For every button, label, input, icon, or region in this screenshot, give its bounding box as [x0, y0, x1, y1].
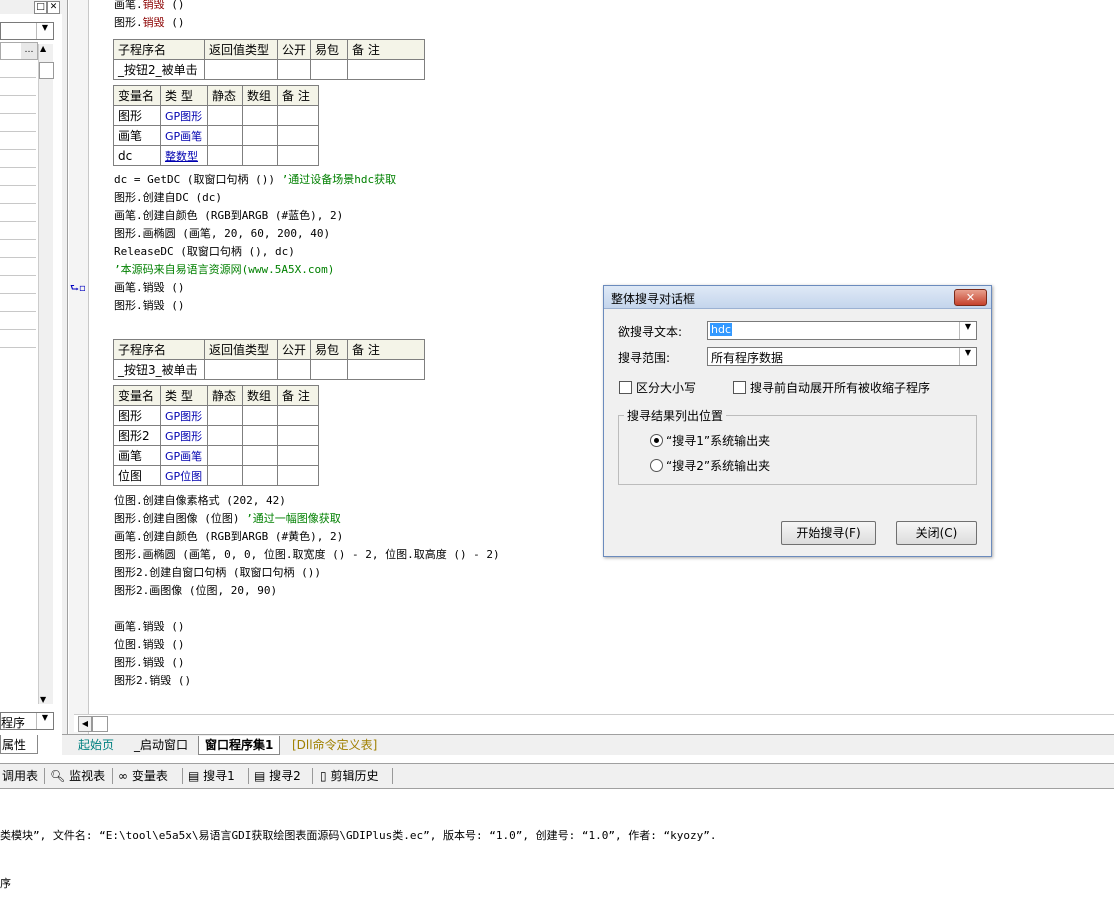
- expand-label: 搜寻前自动展开所有被收缩子程序: [750, 381, 931, 395]
- tab-call-table[interactable]: 调用表: [2, 767, 38, 785]
- object-combo[interactable]: ▼: [0, 22, 54, 40]
- search-text-label: 欲搜寻文本:: [618, 325, 683, 339]
- group-label: 搜寻结果列出位置: [624, 407, 727, 424]
- code-line[interactable]: 画笔.销毁 (): [114, 279, 185, 297]
- scope-select[interactable]: 所有程序数据 ▼: [707, 347, 977, 366]
- table-row: 图形 GP图形: [113, 105, 319, 126]
- code-line[interactable]: ReleaseDC (取窗口句柄 (), dc): [114, 243, 295, 261]
- radio-search2[interactable]: [650, 459, 663, 472]
- dialog-title: 整体搜寻对话框: [611, 292, 696, 306]
- scroll-left-icon[interactable]: ◀: [78, 716, 92, 732]
- sub-name[interactable]: _按钮3_被单击: [113, 359, 205, 380]
- code-line[interactable]: 图形2.销毁 (): [114, 672, 191, 690]
- chevron-down-icon[interactable]: ▼: [36, 713, 53, 729]
- sub-name[interactable]: _按钮2_被单击: [113, 59, 205, 80]
- code-comment[interactable]: ’本源码来自易语言资源网(www.5A5X.com): [114, 261, 334, 279]
- glasses-icon: ∞: [118, 769, 128, 783]
- radio-search2-label: “搜寻2”系统输出夹: [666, 459, 771, 473]
- line-gutter: ⮑▫: [69, 0, 89, 735]
- code-line[interactable]: 画笔.销毁 (): [114, 0, 185, 14]
- scroll-down-icon[interactable]: ▼: [40, 695, 46, 704]
- scroll-up-icon[interactable]: ▲: [40, 44, 46, 53]
- code-line[interactable]: 位图.销毁 (): [114, 636, 185, 654]
- expand-checkbox[interactable]: [733, 381, 746, 394]
- table-row: 画笔 GP画笔: [113, 125, 319, 146]
- output-line: 序: [0, 877, 11, 890]
- panel-titlebar: □ ✕: [0, 0, 62, 14]
- code-line[interactable]: 画笔.创建自颜色 (RGB到ARGB (#黄色), 2): [114, 528, 343, 546]
- sub2-var-table[interactable]: 变量名 类 型 静态 数组 备 注 图形 GP图形 画笔 GP画笔 dc 整数型: [113, 85, 319, 166]
- search-text-combo[interactable]: hdc ▼: [707, 321, 977, 340]
- tab-window-assembly[interactable]: 窗口程序集1: [198, 736, 281, 755]
- tab-watch-table[interactable]: 🔍︎ 监视表: [50, 767, 105, 785]
- close-icon[interactable]: ✕: [954, 289, 987, 306]
- breakpoint-arrow-icon: ⮑▫: [70, 283, 86, 294]
- radio-search1[interactable]: [650, 434, 663, 447]
- tab-start-page[interactable]: 起始页: [72, 736, 120, 754]
- code-line[interactable]: 图形.画椭圆 (画笔, 20, 60, 200, 40): [114, 225, 330, 243]
- output-toolbar: 调用表 🔍︎ 监视表 ∞ 变量表 ▤ 搜寻1 ▤ 搜寻2 ▯ 剪辑历史: [0, 763, 1114, 789]
- tab-properties[interactable]: 属性: [0, 735, 38, 754]
- program-combo[interactable]: 程序 ▼: [0, 712, 54, 730]
- code-line[interactable]: 图形.销毁 (): [114, 297, 185, 315]
- tab-search2[interactable]: ▤ 搜寻2: [254, 767, 301, 785]
- table-row: 图形 GP图形: [113, 405, 319, 426]
- horizontal-scrollbar[interactable]: ◀: [74, 714, 1114, 732]
- start-search-button[interactable]: 开始搜寻(F): [781, 521, 876, 545]
- table-row: 图形2 GP图形: [113, 425, 319, 446]
- scroll-thumb[interactable]: [92, 716, 108, 732]
- dialog-titlebar[interactable]: 整体搜寻对话框 ✕: [604, 286, 991, 309]
- code-line[interactable]: 图形2.创建自窗口句柄 (取窗口句柄 ()): [114, 564, 321, 582]
- tab-startup-window[interactable]: _启动窗口: [128, 736, 194, 754]
- code-line[interactable]: 图形.销毁 (): [114, 654, 185, 672]
- property-header: …: [0, 42, 38, 60]
- table-row: 位图 GP位图: [113, 465, 319, 486]
- result-location-group: [618, 415, 977, 485]
- tab-search1[interactable]: ▤ 搜寻1: [188, 767, 235, 785]
- tab-dll-table[interactable]: [Dll命令定义表]: [286, 736, 383, 754]
- tab-clip-history[interactable]: ▯ 剪辑历史: [320, 767, 378, 785]
- more-button[interactable]: …: [21, 43, 37, 59]
- close-button[interactable]: 关闭(C): [896, 521, 977, 545]
- code-line[interactable]: 图形.画椭圆 (画笔, 0, 0, 位图.取宽度 () - 2, 位图.取高度 …: [114, 546, 500, 564]
- case-sensitive-checkbox[interactable]: [619, 381, 632, 394]
- search-list-icon: ▤: [254, 769, 266, 783]
- case-sensitive-label: 区分大小写: [636, 381, 697, 395]
- code-line[interactable]: 图形.创建自DC (dc): [114, 189, 222, 207]
- maximize-icon[interactable]: □: [34, 1, 47, 14]
- sub3-header-table[interactable]: 子程序名 返回值类型 公开 易包 备 注 _按钮3_被单击: [113, 339, 426, 380]
- editor-tabs: 起始页 _启动窗口 窗口程序集1 [Dll命令定义表]: [62, 734, 1114, 755]
- output-panel[interactable]: 类模块”, 文件名: “E:\tool\e5a5x\易语言GDI获取绘图表面源码…: [0, 800, 1114, 920]
- search-input[interactable]: hdc: [710, 323, 733, 336]
- code-line[interactable]: 图形.销毁 (): [114, 14, 185, 32]
- scroll-thumb[interactable]: [39, 62, 54, 79]
- code-line[interactable]: 画笔.创建自颜色 (RGB到ARGB (#蓝色), 2): [114, 207, 343, 225]
- code-line[interactable]: 位图.创建自像素格式 (202, 42): [114, 492, 286, 510]
- chevron-down-icon[interactable]: ▼: [959, 322, 976, 339]
- chevron-down-icon[interactable]: ▼: [36, 23, 53, 39]
- table-row: dc 整数型: [113, 145, 319, 166]
- tab-variable-table[interactable]: ∞ 变量表: [118, 767, 168, 785]
- code-line[interactable]: 图形2.画图像 (位图, 20, 90): [114, 582, 277, 600]
- property-grid[interactable]: [0, 60, 36, 350]
- radio-search1-label: “搜寻1”系统输出夹: [666, 434, 771, 448]
- code-line[interactable]: dc = GetDC (取窗口句柄 ()) ’通过设备场景hdc获取: [114, 171, 396, 189]
- magnifier-icon: 🔍︎: [50, 769, 66, 783]
- search-list-icon: ▤: [188, 769, 200, 783]
- table-row: 画笔 GP画笔: [113, 445, 319, 466]
- scope-label: 搜寻范围:: [618, 351, 671, 365]
- sub2-header-table[interactable]: 子程序名 返回值类型 公开 易包 备 注 _按钮2_被单击: [113, 39, 426, 80]
- chevron-down-icon[interactable]: ▼: [959, 348, 976, 365]
- code-line[interactable]: 图形.创建自图像 (位图) ’通过一幅图像获取: [114, 510, 341, 528]
- close-icon[interactable]: ✕: [47, 1, 60, 14]
- output-line: 类模块”, 文件名: “E:\tool\e5a5x\易语言GDI获取绘图表面源码…: [0, 829, 717, 842]
- document-icon: ▯: [320, 769, 327, 783]
- panel-scrollbar[interactable]: ▲ ▼: [38, 44, 54, 704]
- search-dialog: 整体搜寻对话框 ✕ 欲搜寻文本: hdc ▼ 搜寻范围: 所有程序数据 ▼ 区分…: [603, 285, 992, 557]
- sub3-var-table[interactable]: 变量名 类 型 静态 数组 备 注 图形 GP图形 图形2 GP图形 画笔 GP画笔 …: [113, 385, 319, 486]
- splitter[interactable]: [62, 0, 68, 735]
- code-line[interactable]: 画笔.销毁 (): [114, 618, 185, 636]
